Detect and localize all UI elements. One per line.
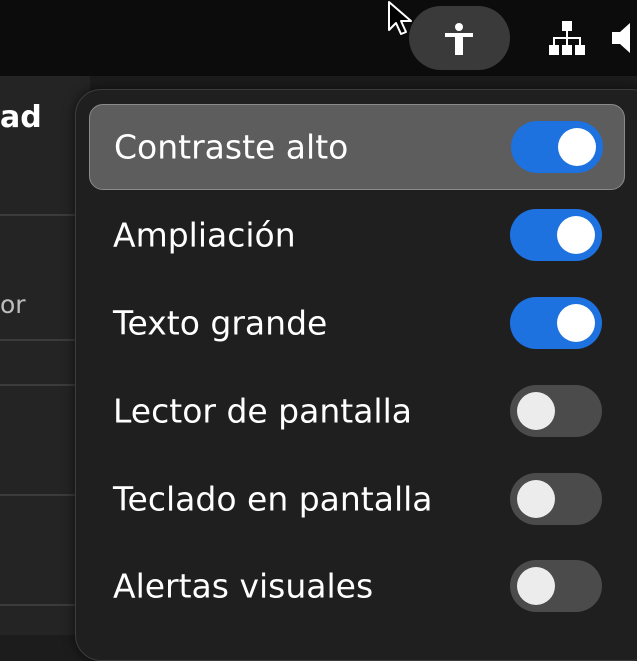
screen-reader-switch[interactable] xyxy=(510,385,602,437)
large-text-switch[interactable] xyxy=(510,297,602,349)
high-contrast-switch[interactable] xyxy=(511,121,603,173)
menu-item-zoom[interactable]: Ampliación xyxy=(89,192,625,278)
menu-item-label: Teclado en pantalla xyxy=(113,479,433,519)
menu-item-screen-keyboard[interactable]: Teclado en pantalla xyxy=(89,456,625,542)
switch-knob xyxy=(517,392,555,430)
network-wired-icon[interactable] xyxy=(548,21,586,55)
settings-divider xyxy=(0,604,76,606)
menu-item-label: Lector de pantalla xyxy=(113,391,412,431)
accessibility-icon xyxy=(445,23,473,55)
switch-knob xyxy=(517,480,555,518)
settings-divider xyxy=(0,494,76,496)
settings-divider xyxy=(0,339,76,341)
menu-item-screen-reader[interactable]: Lector de pantalla xyxy=(89,368,625,454)
menu-item-label: Texto grande xyxy=(113,303,328,343)
top-bar xyxy=(0,0,637,76)
menu-item-high-contrast[interactable]: Contraste alto xyxy=(89,104,625,190)
switch-knob xyxy=(558,128,596,166)
settings-row-text: or xyxy=(0,290,26,319)
switch-knob xyxy=(557,304,595,342)
zoom-switch[interactable] xyxy=(510,209,602,261)
volume-icon[interactable] xyxy=(612,21,637,55)
settings-divider xyxy=(0,214,76,216)
settings-divider xyxy=(0,384,76,386)
menu-item-large-text[interactable]: Texto grande xyxy=(89,280,625,366)
accessibility-menu-button[interactable] xyxy=(409,6,510,70)
switch-knob xyxy=(557,216,595,254)
screen-keyboard-switch[interactable] xyxy=(510,473,602,525)
settings-window-title: ad xyxy=(0,100,42,135)
visual-alerts-switch[interactable] xyxy=(510,560,602,612)
menu-item-visual-alerts[interactable]: Alertas visuales xyxy=(89,543,625,629)
mouse-cursor-icon xyxy=(388,1,412,35)
menu-item-label: Contraste alto xyxy=(114,127,349,167)
menu-item-label: Ampliación xyxy=(113,215,296,255)
menu-item-label: Alertas visuales xyxy=(113,566,374,606)
switch-knob xyxy=(517,567,555,605)
